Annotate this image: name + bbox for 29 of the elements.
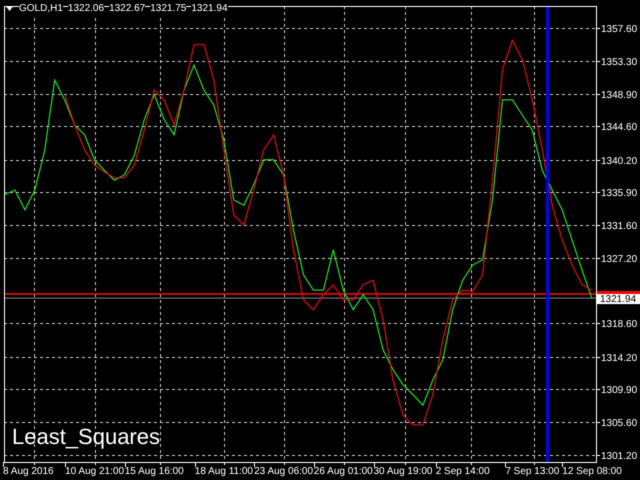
quote-value: 1321.94 [191,3,228,15]
time-axis-label: 7 Sep 13:00 [505,466,560,477]
price-axis-label: 1348.90 [601,90,638,101]
time-axis-label: 2 Sep 14:00 [436,466,490,477]
price-axis-label: 1305.60 [601,418,638,429]
price-axis-label: 1327.20 [601,254,638,265]
price-axis-label: 1301.20 [601,451,638,462]
quote-value: 1321.75 [150,3,186,15]
price-axis-label: 1340.20 [601,156,638,167]
time-axis-label: 12 Sep 08:00 [562,466,622,477]
price-axis-label: 1314.20 [601,353,638,364]
time-axis-label: 23 Aug 06:00 [254,466,314,477]
quote-value: 1322.06 [68,3,104,15]
price-axis-label: 1335.90 [601,188,638,199]
price-axis-label: 1353.30 [601,57,638,68]
time-axis-label: 30 Aug 19:00 [374,466,432,477]
time-axis-label: 10 Aug 21:00 [65,466,124,477]
price-axis-label: 1344.60 [601,122,638,133]
price-axis-label: 1331.60 [601,221,638,232]
price-axis-label: 1357.60 [601,24,638,35]
time-axis-label: 26 Aug 01:00 [314,466,373,477]
time-axis-label: 8 Aug 2016 [3,466,54,477]
price-axis-label: 1318.60 [601,319,638,330]
time-axis-label: 15 Aug 16:00 [124,466,184,477]
time-axis-label: 18 Aug 11:00 [194,466,253,477]
chart-title: GOLD,H1 [19,3,63,15]
ref-line-label: 1321.94 [600,294,637,306]
indicator-label: Least_Squares [12,424,160,449]
price-axis-label: 1309.90 [601,385,638,396]
